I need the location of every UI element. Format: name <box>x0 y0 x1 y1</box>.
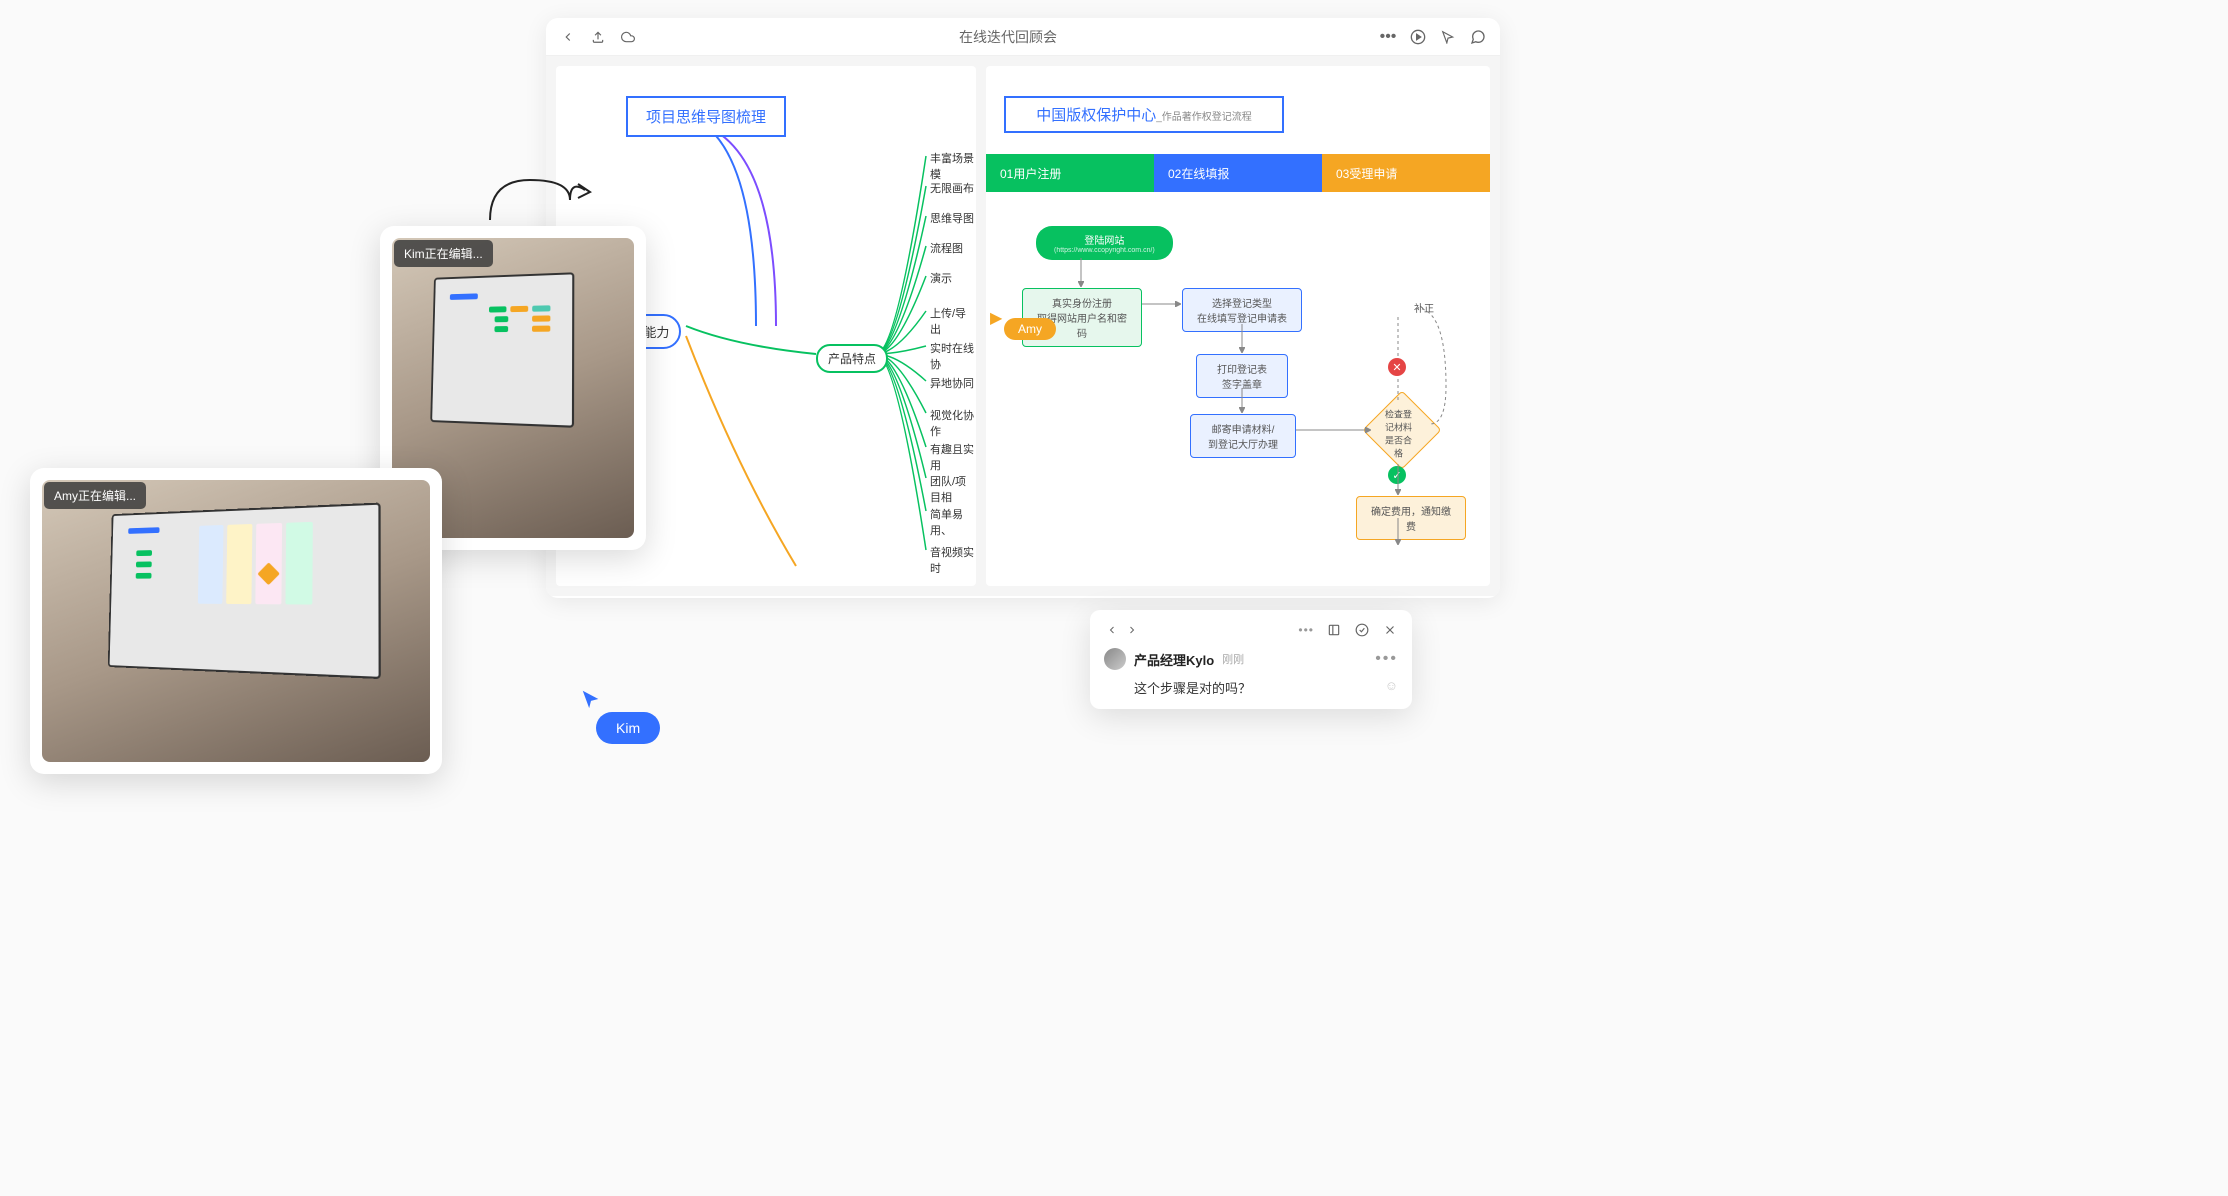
comment-author: 产品经理Kylo <box>1134 650 1214 669</box>
flowchart-node-print[interactable]: 打印登记表 签字盖章 <box>1196 354 1288 398</box>
photo-card-amy: Amy正在编辑... <box>30 468 442 774</box>
flowchart-node-login-text: 登陆网站 <box>1054 232 1155 247</box>
prev-comment-icon[interactable] <box>1104 622 1120 638</box>
flowchart-node-login[interactable]: 登陆网站 (https://www.ccopyright.com.cn/) <box>1036 226 1173 260</box>
mindmap-leaf[interactable]: 思维导图 <box>930 210 974 226</box>
flowchart-col-2: 02在线填报 <box>1154 154 1322 192</box>
comment-close-icon[interactable] <box>1382 622 1398 638</box>
flowchart-node-login-sub: (https://www.ccopyright.com.cn/) <box>1054 247 1155 254</box>
flowchart-col-3: 03受理申请 <box>1322 154 1490 192</box>
flowchart-node-fee[interactable]: 确定费用，通知缴费 <box>1356 496 1466 540</box>
mindmap-leaf[interactable]: 上传/导出 <box>930 305 976 337</box>
comment-more-icon[interactable]: ••• <box>1298 623 1314 637</box>
comment-time: 刚刚 <box>1222 651 1244 667</box>
comment-resolve-icon[interactable] <box>1354 622 1370 638</box>
kim-cursor-badge: Kim <box>596 712 660 744</box>
flowchart-board[interactable]: 中国版权保护中心_作品著作权登记流程 01用户注册 02在线填报 03受理申请 … <box>986 66 1490 586</box>
flowchart-title-sub: _作品著作权登记流程 <box>1156 112 1252 123</box>
comment-avatar <box>1104 648 1126 670</box>
mindmap-leaf[interactable]: 简单易用、 <box>930 506 976 538</box>
play-icon[interactable] <box>1410 29 1426 45</box>
flowchart-node-mail[interactable]: 邮寄申请材料/ 到登记大厅办理 <box>1190 414 1296 458</box>
mindmap-leaf[interactable]: 有趣且实用 <box>930 441 976 473</box>
photo-label-kim: Kim正在编辑... <box>394 240 493 267</box>
mindmap-hub[interactable]: 产品特点 <box>816 344 888 373</box>
comment-body: 这个步骤是对的吗？ <box>1134 678 1251 697</box>
amy-cursor-badge: Amy <box>1004 318 1056 340</box>
emoji-icon[interactable]: ☺ <box>1385 678 1398 697</box>
comment-item-more-icon[interactable]: ••• <box>1375 650 1398 668</box>
app-window: 在线迭代回顾会 ••• 项目思维导 <box>546 18 1500 598</box>
cloud-icon[interactable] <box>620 29 636 45</box>
more-icon[interactable]: ••• <box>1380 29 1396 45</box>
comment-popup: ••• 产品经理Kylo 刚刚 ••• 这个步骤是对的吗？ ☺ <box>1090 610 1412 709</box>
back-icon[interactable] <box>560 29 576 45</box>
mindmap-leaf[interactable]: 视觉化协作 <box>930 407 976 439</box>
flowchart-node-correct[interactable]: 补正 <box>1404 294 1444 321</box>
flowchart-title[interactable]: 中国版权保护中心_作品著作权登记流程 <box>1004 96 1284 133</box>
comment-expand-icon[interactable] <box>1326 622 1342 638</box>
mindmap-leaf[interactable]: 无限画布 <box>930 180 974 196</box>
mindmap-leaf[interactable]: 流程图 <box>930 240 963 256</box>
mindmap-leaf[interactable]: 音视频实时 <box>930 544 976 576</box>
cursor-icon[interactable] <box>1440 29 1456 45</box>
mindmap-leaf[interactable]: 异地协同 <box>930 375 974 391</box>
export-icon[interactable] <box>590 29 606 45</box>
kim-cursor-pointer <box>580 688 602 715</box>
document-title: 在线迭代回顾会 <box>636 27 1380 47</box>
flowchart-node-select[interactable]: 选择登记类型 在线填写登记申请表 <box>1182 288 1302 332</box>
check-icon: ✓ <box>1388 466 1406 484</box>
comment-icon[interactable] <box>1470 29 1486 45</box>
flowchart-columns: 01用户注册 02在线填报 03受理申请 <box>986 154 1490 192</box>
flowchart-node-check[interactable]: 检查登记材料 是否合格 <box>1362 390 1441 469</box>
photo-label-amy: Amy正在编辑... <box>44 482 146 509</box>
mindmap-title[interactable]: 项目思维导图梳理 <box>626 96 786 137</box>
flowchart-title-main: 中国版权保护中心 <box>1036 107 1156 124</box>
arrow-doodle <box>480 170 600 230</box>
mindmap-leaf[interactable]: 团队/项目相 <box>930 473 976 505</box>
mindmap-leaf[interactable]: 丰富场景模 <box>930 150 976 182</box>
flowchart-col-1: 01用户注册 <box>986 154 1154 192</box>
next-comment-icon[interactable] <box>1124 622 1140 638</box>
mindmap-leaf[interactable]: 实时在线协 <box>930 340 976 372</box>
amy-cursor-pointer: ▶ <box>990 308 1002 328</box>
toolbar: 在线迭代回顾会 ••• <box>546 18 1500 56</box>
mindmap-leaf[interactable]: 演示 <box>930 270 952 286</box>
error-icon: ✕ <box>1388 358 1406 376</box>
